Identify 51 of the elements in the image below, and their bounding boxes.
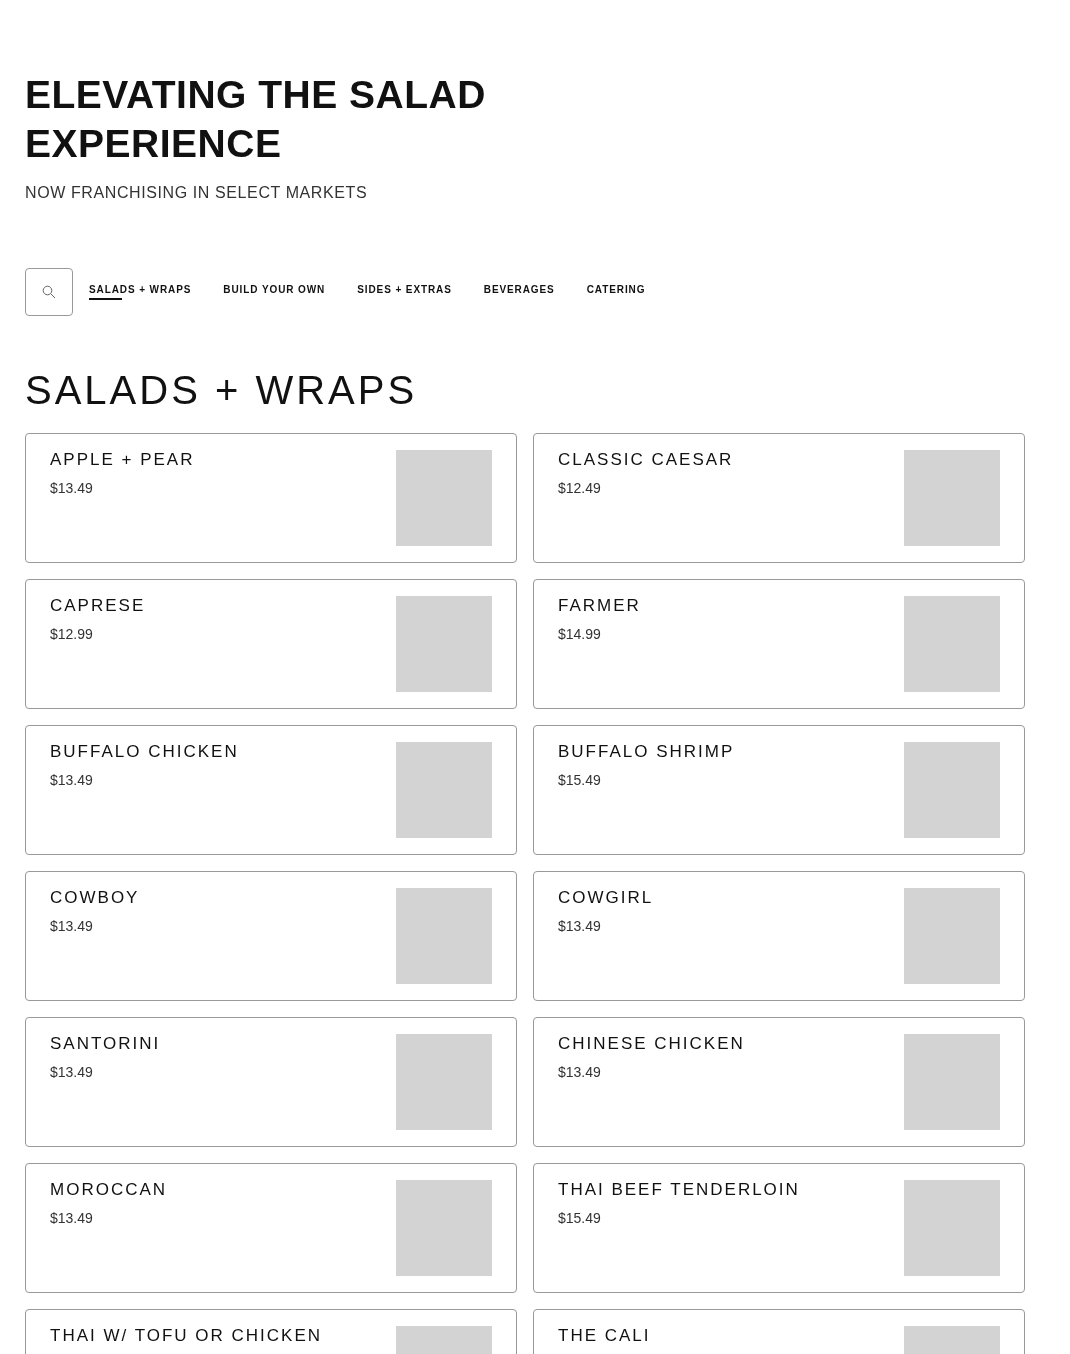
item-price: $13.49 <box>50 1210 93 1226</box>
menu-item-card[interactable]: COWBOY $13.49 <box>25 871 517 1001</box>
item-name: BUFFALO CHICKEN <box>50 742 239 762</box>
item-name: BUFFALO SHRIMP <box>558 742 735 762</box>
category-tab[interactable]: BUILD YOUR OWN <box>223 284 326 300</box>
item-price: $13.49 <box>558 918 601 934</box>
search-icon <box>42 285 56 299</box>
item-name: CHINESE CHICKEN <box>558 1034 745 1054</box>
item-price: $14.99 <box>558 626 601 642</box>
item-price: $13.49 <box>50 480 93 496</box>
item-name: COWGIRL <box>558 888 654 908</box>
menu-item-card[interactable]: CLASSIC CAESAR $12.49 <box>533 433 1025 563</box>
hero-title: ELEVATING THE SALAD <box>25 72 486 118</box>
menu-item-card[interactable]: APPLE + PEAR $13.49 <box>25 433 517 563</box>
search-button[interactable] <box>25 268 73 316</box>
menu-item-card[interactable]: FARMER $14.99 <box>533 579 1025 709</box>
item-price: $15.49 <box>558 1210 601 1226</box>
item-name: THE CALI <box>558 1326 651 1346</box>
menu-item-card[interactable]: CAPRESE $12.99 <box>25 579 517 709</box>
item-name: SANTORINI <box>50 1034 161 1054</box>
subtitle: NOW FRANCHISING IN SELECT MARKETS <box>25 184 369 202</box>
menu-item-card[interactable]: THAI W/ TOFU OR CHICKEN <box>25 1309 517 1354</box>
item-name: FARMER <box>558 596 641 616</box>
menu-item-card[interactable]: THE CALI <box>533 1309 1025 1354</box>
category-tab[interactable]: CATERING <box>586 284 646 300</box>
category-tab[interactable]: SIDES + EXTRAS <box>357 284 452 300</box>
menu-item-card[interactable]: BUFFALO CHICKEN $13.49 <box>25 725 517 855</box>
item-price: $13.49 <box>50 772 93 788</box>
menu-item-card[interactable]: MOROCCAN $13.49 <box>25 1163 517 1293</box>
category-tab[interactable]: BEVERAGES <box>483 284 555 300</box>
hero-title: EXPERIENCE <box>25 121 282 167</box>
menu-item-card[interactable]: SANTORINI $13.49 <box>25 1017 517 1147</box>
category-tab[interactable]: SALADS + WRAPS <box>89 284 192 300</box>
menu-item-card[interactable]: CHINESE CHICKEN $13.49 <box>533 1017 1025 1147</box>
item-name: CAPRESE <box>50 596 146 616</box>
item-price: $12.49 <box>558 480 601 496</box>
item-name: APPLE + PEAR <box>50 450 195 470</box>
item-price: $13.49 <box>50 918 93 934</box>
item-price: $13.49 <box>50 1064 93 1080</box>
item-name: CLASSIC CAESAR <box>558 450 734 470</box>
menu-item-card[interactable]: BUFFALO SHRIMP $15.49 <box>533 725 1025 855</box>
section-title: SALADS + WRAPS <box>25 368 419 413</box>
menu-item-card[interactable]: COWGIRL $13.49 <box>533 871 1025 1001</box>
item-price: $12.99 <box>50 626 93 642</box>
item-name: MOROCCAN <box>50 1180 168 1200</box>
item-name: THAI W/ TOFU OR CHICKEN <box>50 1326 323 1346</box>
item-price: $15.49 <box>558 772 601 788</box>
item-name: THAI BEEF TENDERLOIN <box>558 1180 800 1200</box>
menu-item-card[interactable]: THAI BEEF TENDERLOIN $15.49 <box>533 1163 1025 1293</box>
item-price: $13.49 <box>558 1064 601 1080</box>
item-name: COWBOY <box>50 888 140 908</box>
